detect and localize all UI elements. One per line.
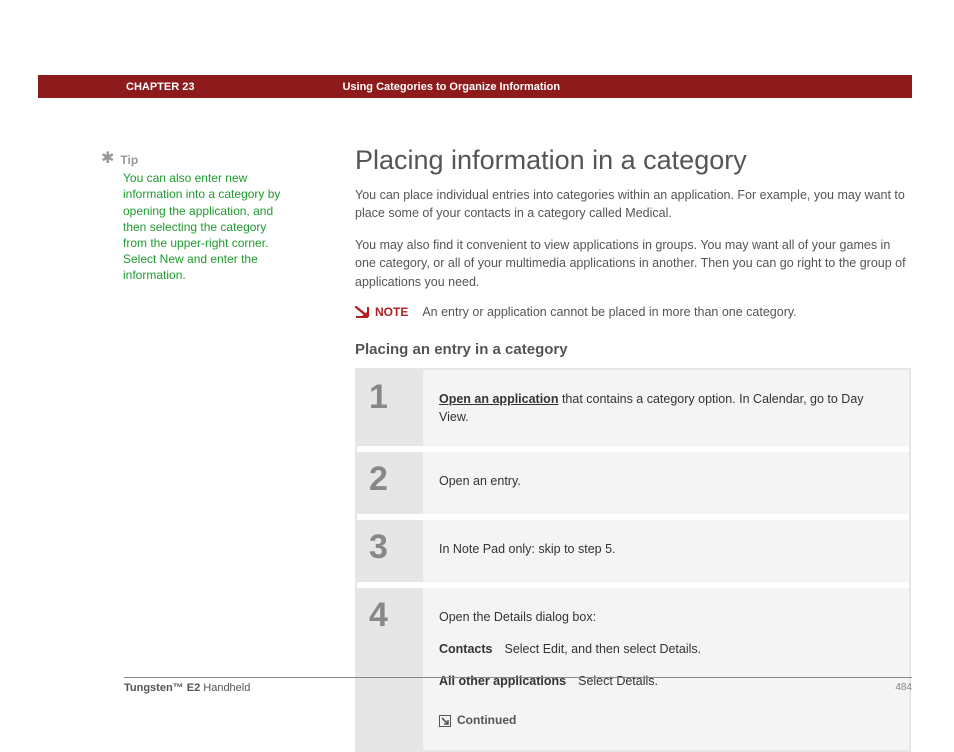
chapter-title: Using Categories to Organize Information xyxy=(342,81,560,93)
footer-product-bold: Tungsten™ E2 xyxy=(124,682,200,694)
page-title: Placing information in a category xyxy=(355,145,911,176)
note-text: An entry or application cannot be placed… xyxy=(422,305,796,319)
note-icon xyxy=(355,306,369,318)
tip-label: Tip xyxy=(120,152,138,168)
step-intro: Open the Details dialog box: xyxy=(439,608,893,626)
detail-text: Select Edit, and then select Details. xyxy=(504,642,701,656)
asterisk-icon: ✱ xyxy=(101,151,114,167)
footer-product: Tungsten™ E2 Handheld xyxy=(124,682,250,694)
open-application-link[interactable]: Open an application xyxy=(439,392,558,406)
page: CHAPTER 23 Using Categories to Organize … xyxy=(0,0,954,738)
step-body: Open an entry. xyxy=(423,452,909,514)
note-line: NOTE An entry or application cannot be p… xyxy=(355,305,911,319)
step-number: 1 xyxy=(357,370,423,446)
chapter-header: CHAPTER 23 Using Categories to Organize … xyxy=(38,75,912,98)
step-number: 2 xyxy=(357,452,423,514)
step-row: 3 In Note Pad only: skip to step 5. xyxy=(357,514,909,582)
main-content: Placing information in a category You ca… xyxy=(355,145,911,752)
intro-paragraph-1: You can place individual entries into ca… xyxy=(355,186,911,222)
step-number: 4 xyxy=(357,588,423,750)
step-number: 3 xyxy=(357,520,423,582)
detail-label: Contacts xyxy=(439,642,492,656)
steps-table: 1 Open an application that contains a ca… xyxy=(355,368,911,752)
intro-paragraph-2: You may also find it convenient to view … xyxy=(355,236,911,290)
step-row: 2 Open an entry. xyxy=(357,446,909,514)
section-heading: Placing an entry in a category xyxy=(355,341,911,358)
tip-sidebar: ✱ Tip You can also enter new information… xyxy=(101,152,289,284)
continued-label: Continued xyxy=(457,712,516,729)
footer-page-number: 484 xyxy=(895,682,912,694)
continued-row: Continued xyxy=(439,712,893,729)
chapter-label: CHAPTER 23 xyxy=(126,81,194,93)
step-row: 1 Open an application that contains a ca… xyxy=(357,370,909,446)
note-label: NOTE xyxy=(375,305,408,319)
step-body: Open the Details dialog box: Contacts Sel… xyxy=(423,588,909,750)
tip-body: You can also enter new information into … xyxy=(101,170,289,283)
detail-row: Contacts Select Edit, and then select Det… xyxy=(439,640,893,658)
continued-arrow-icon xyxy=(439,715,451,727)
step-body: Open an application that contains a cate… xyxy=(423,370,909,446)
page-footer: Tungsten™ E2 Handheld 484 xyxy=(124,677,912,694)
step-row: 4 Open the Details dialog box: Contacts S… xyxy=(357,582,909,750)
step-body: In Note Pad only: skip to step 5. xyxy=(423,520,909,582)
footer-product-rest: Handheld xyxy=(200,682,250,694)
